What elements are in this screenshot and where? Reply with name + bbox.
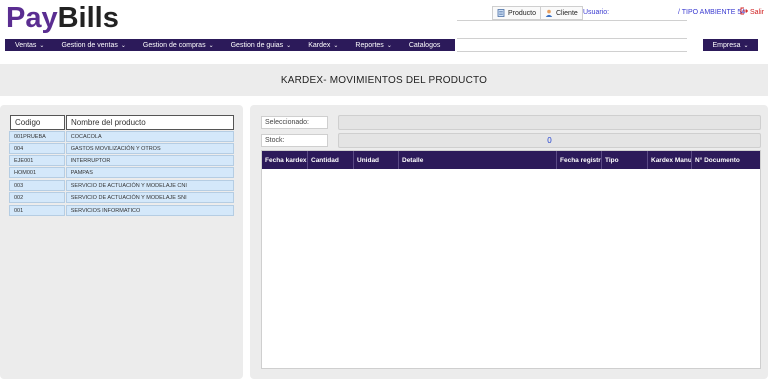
product-nombre: PAMPAS bbox=[65, 167, 234, 178]
product-codigo: 004 bbox=[9, 143, 65, 154]
chevron-down-icon: ⌄ bbox=[208, 42, 214, 49]
nav-spacer bbox=[457, 38, 687, 52]
seleccionado-field[interactable] bbox=[338, 115, 761, 130]
nav-gestion-guias[interactable]: Gestion de guias ⌄ bbox=[231, 42, 292, 49]
product-row[interactable]: 002 SERVICIO DE ACTUACIÓN Y MODELAJE SNI bbox=[9, 192, 234, 203]
product-nombre: INTERRUPTOR bbox=[65, 155, 234, 166]
empresa-dropdown[interactable]: Empresa ⌄ bbox=[703, 39, 758, 51]
empresa-label: Empresa bbox=[712, 41, 741, 49]
codigo-header: Codigo bbox=[10, 115, 65, 130]
product-codigo: 001 bbox=[9, 205, 65, 216]
salir-label: Salir bbox=[750, 8, 765, 16]
kardex-table-header: Fecha kardex Cantidad Unidad Detalle Fec… bbox=[262, 151, 760, 169]
product-codigo: HOM001 bbox=[9, 167, 65, 178]
col-detalle[interactable]: Detalle bbox=[399, 151, 557, 169]
col-documento[interactable]: N° Documento bbox=[692, 151, 760, 169]
col-unidad[interactable]: Unidad bbox=[354, 151, 399, 169]
logout-icon bbox=[740, 7, 749, 17]
stock-label: Stock: bbox=[261, 134, 328, 147]
nombre-header: Nombre del producto bbox=[66, 115, 234, 130]
nav-gestion-ventas[interactable]: Gestion de ventas ⌄ bbox=[61, 42, 125, 49]
col-fecha-registro[interactable]: Fecha registro bbox=[557, 151, 602, 169]
product-row[interactable]: 001 SERVICIOS INFORMATICO bbox=[9, 205, 234, 216]
salir-link[interactable]: Salir bbox=[740, 7, 764, 17]
nav-catalogos[interactable]: Catalogos bbox=[409, 42, 441, 49]
nav-gestion-compras[interactable]: Gestion de compras ⌄ bbox=[143, 42, 214, 49]
cliente-label: Cliente bbox=[556, 9, 578, 17]
product-codigo: 002 bbox=[9, 192, 65, 203]
product-nombre: SERVICIOS INFORMATICO bbox=[65, 205, 234, 216]
document-icon bbox=[497, 9, 505, 17]
page-title: KARDEX- MOVIMIENTOS DEL PRODUCTO bbox=[280, 74, 488, 86]
product-nombre: GASTOS MOVILIZACIÓN Y OTROS bbox=[65, 143, 234, 154]
col-kardex-manual[interactable]: Kardex Manual bbox=[648, 151, 692, 169]
chevron-down-icon: ⌄ bbox=[386, 42, 392, 49]
product-row[interactable]: HOM001 PAMPAS bbox=[9, 167, 234, 178]
product-codigo: EJE001 bbox=[9, 155, 65, 166]
main-nav: Ventas ⌄ Gestion de ventas ⌄ Gestion de co… bbox=[5, 39, 455, 51]
chevron-down-icon: ⌄ bbox=[333, 42, 339, 49]
product-codigo: 003 bbox=[9, 180, 65, 191]
producto-label: Producto bbox=[508, 9, 537, 17]
product-nombre: COCACOLA bbox=[65, 131, 234, 142]
chevron-down-icon: ⌄ bbox=[120, 42, 126, 49]
nav-ventas[interactable]: Ventas ⌄ bbox=[15, 42, 44, 49]
kardex-table: Fecha kardex Cantidad Unidad Detalle Fec… bbox=[261, 150, 761, 369]
product-row[interactable]: EJE001 INTERRUPTOR bbox=[9, 155, 234, 166]
ambiente-label: / TIPO AMBIENTE 54 bbox=[678, 9, 746, 16]
nav-kardex[interactable]: Kardex ⌄ bbox=[308, 42, 338, 49]
paybills-logo: PayBills bbox=[6, 2, 119, 35]
product-row[interactable]: 003 SERVICIO DE ACTUACIÓN Y MODELAJE CNI bbox=[9, 180, 234, 191]
cliente-button[interactable]: Cliente bbox=[540, 6, 583, 20]
stock-field[interactable]: 0 bbox=[338, 133, 761, 148]
user-icon bbox=[545, 9, 553, 17]
product-codigo: 001PRUEBA bbox=[9, 131, 65, 142]
chevron-down-icon: ⌄ bbox=[743, 42, 749, 49]
col-fecha-kardex[interactable]: Fecha kardex bbox=[262, 151, 308, 169]
producto-button[interactable]: Producto bbox=[492, 6, 542, 20]
logo-pay: Pay bbox=[6, 2, 58, 34]
product-row[interactable]: 001PRUEBA COCACOLA bbox=[9, 131, 234, 142]
page-title-bar: KARDEX- MOVIMIENTOS DEL PRODUCTO bbox=[0, 64, 768, 96]
chevron-down-icon: ⌄ bbox=[39, 42, 45, 49]
chevron-down-icon: ⌄ bbox=[286, 42, 292, 49]
product-nombre: SERVICIO DE ACTUACIÓN Y MODELAJE CNI bbox=[65, 180, 234, 191]
product-row[interactable]: 004 GASTOS MOVILIZACIÓN Y OTROS bbox=[9, 143, 234, 154]
usuario-label: Usuario: bbox=[583, 9, 610, 16]
logo-bills: Bills bbox=[57, 2, 119, 34]
product-nombre: SERVICIO DE ACTUACIÓN Y MODELAJE SNI bbox=[65, 192, 234, 203]
col-tipo[interactable]: Tipo bbox=[602, 151, 648, 169]
nav-reportes[interactable]: Reportes ⌄ bbox=[355, 42, 391, 49]
header-divider bbox=[457, 20, 687, 21]
col-cantidad[interactable]: Cantidad bbox=[308, 151, 354, 169]
seleccionado-label: Seleccionado: bbox=[261, 116, 328, 129]
